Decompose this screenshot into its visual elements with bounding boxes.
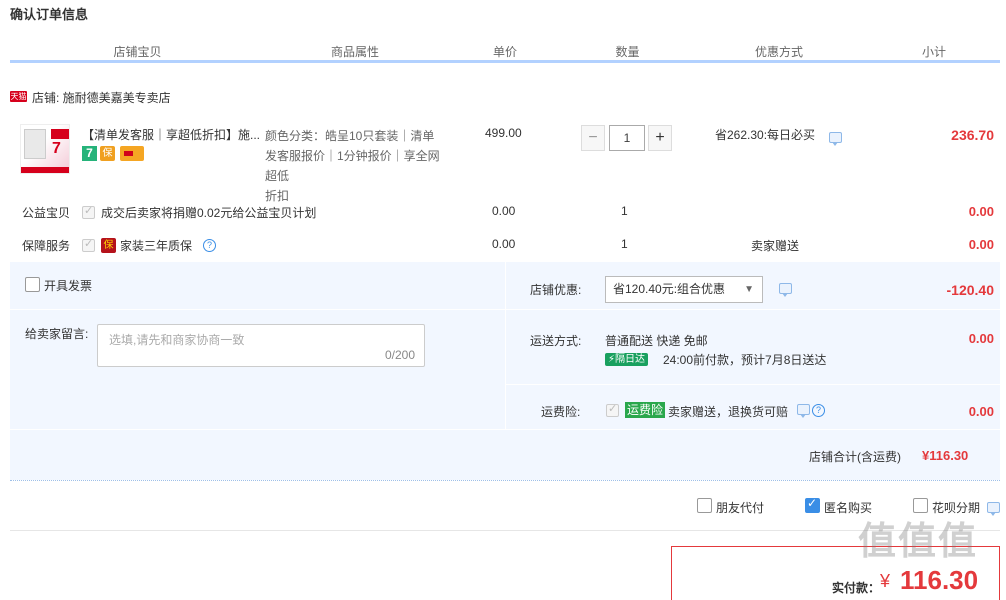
invoice-label: 开具发票 (44, 279, 93, 293)
charity-text: 成交后卖家将捐赠0.02元给公益宝贝计划 (101, 206, 317, 220)
col-header-price: 单价 (492, 45, 517, 59)
message-counter: 0/200 (384, 348, 415, 362)
invoice-checkbox[interactable] (25, 277, 40, 292)
col-header-shop-item: 店铺宝贝 (113, 45, 162, 59)
warranty-subtotal: 0.00 (968, 237, 994, 252)
col-header-subtotal: 小计 (921, 45, 946, 59)
quantity-input[interactable]: 1 (609, 125, 645, 151)
warranty-checkbox (82, 237, 95, 252)
panel-vertical-divider (505, 262, 506, 429)
shop-discount-select[interactable]: 省120.40元:组合优惠 ▼ (605, 276, 763, 303)
seven-day-return-icon: 7 (82, 146, 97, 161)
pay-amount: 116.30 (900, 565, 979, 595)
insurance-text: 卖家赠送，退换货可赔 (668, 405, 789, 419)
shipping-note: 24:00前付款，预计7月8日送达 (663, 353, 827, 367)
product-subtotal: 236.70 (951, 127, 994, 143)
chat-icon[interactable] (797, 404, 810, 418)
insurance-checkbox (606, 402, 619, 417)
charity-checkbox (82, 204, 95, 219)
shipping-method: 普通配送 快递 免邮 (605, 334, 708, 348)
col-header-attributes: 商品属性 (330, 45, 379, 59)
warranty-quantity: 1 (621, 237, 628, 251)
pay-currency: ¥ (880, 571, 891, 591)
help-icon[interactable]: ? (812, 404, 825, 417)
quantity-increase-button[interactable]: + (648, 125, 672, 151)
guarantee-icon: 保 (100, 146, 115, 161)
shop-discount-amount: -120.40 (946, 282, 994, 298)
panel-divider (505, 384, 1000, 385)
thumb-banner (21, 167, 69, 173)
shipping-amount: 0.00 (968, 331, 994, 346)
warranty-price: 0.00 (492, 237, 516, 251)
switch-panel-icon (24, 129, 46, 159)
panel-divider (10, 309, 505, 310)
anonymous-checkbox[interactable] (805, 496, 820, 513)
product-name-link[interactable]: 【清单发客服｜享超低折扣】施... (82, 126, 262, 143)
chat-icon[interactable] (779, 283, 792, 297)
shipping-label: 运送方式: (530, 334, 582, 348)
charity-label: 公益宝贝 (22, 206, 71, 220)
tmall-badge-icon: 天猫 (10, 91, 27, 102)
charity-quantity: 1 (621, 204, 628, 218)
product-attributes: 颜色分类：皓呈10只套装｜清单 发客服报价｜1分钟报价｜享全网超低 折扣 (265, 129, 440, 203)
page-title: 确认订单信息 (10, 7, 89, 22)
shop-name-link[interactable]: 店铺: 施耐德美嘉美专卖店 (32, 89, 171, 106)
chevron-down-icon: ▼ (744, 284, 754, 295)
shop-total-divider (10, 480, 1000, 481)
friend-pay-label: 朋友代付 (716, 501, 765, 515)
panel-divider (10, 429, 1000, 430)
options-divider (10, 530, 1000, 531)
credit-card-icon (120, 146, 144, 161)
col-header-discount: 优惠方式 (754, 45, 803, 59)
shop-total-amount: ¥116.30 (922, 448, 969, 463)
chat-icon[interactable] (987, 502, 1000, 516)
warranty-discount: 卖家赠送 (751, 239, 800, 253)
header-divider (10, 60, 1000, 63)
quantity-decrease-button[interactable]: − (581, 125, 605, 151)
shop-total-label: 店铺合计(含运费) (809, 450, 901, 464)
insurance-amount: 0.00 (968, 404, 994, 419)
help-icon[interactable]: ? (203, 239, 216, 252)
charity-subtotal: 0.00 (968, 204, 994, 219)
message-placeholder: 选填,请先和商家协商一致 (109, 333, 245, 347)
warranty-badge-icon: 保 (101, 238, 116, 253)
message-textarea[interactable]: 选填,请先和商家协商一致 0/200 (97, 324, 425, 367)
friend-pay-checkbox[interactable] (697, 498, 712, 513)
pay-label: 实付款： (832, 581, 881, 595)
message-label: 给卖家留言: (25, 327, 89, 341)
next-day-tag: ⚡隔日达 (605, 353, 649, 366)
chat-icon[interactable] (829, 132, 842, 146)
col-header-quantity: 数量 (615, 45, 640, 59)
warranty-label: 保障服务 (22, 239, 71, 253)
shop-discount-label: 店铺优惠: (530, 283, 582, 297)
thumb-number: 7 (52, 140, 61, 157)
watermark-logo: 值值值 (858, 521, 979, 563)
insurance-tag: 运费险 (625, 402, 666, 418)
panel-divider (505, 309, 1000, 310)
warranty-text: 家装三年质保 (120, 239, 193, 253)
shop-discount-selected: 省120.40元:组合优惠 (613, 282, 726, 296)
product-discount: 省262.30:每日必买 (715, 128, 816, 142)
product-unit-price: 499.00 (485, 126, 522, 140)
charity-price: 0.00 (492, 204, 516, 218)
promo-tag-icon (51, 129, 69, 139)
insurance-label: 运费险: (541, 405, 581, 419)
product-thumbnail[interactable]: 7 (20, 124, 70, 174)
